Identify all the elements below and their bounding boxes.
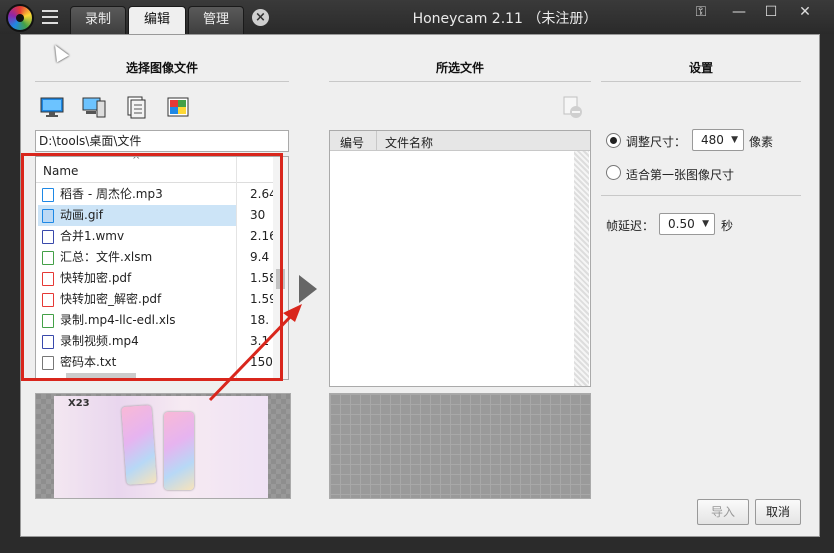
- annotation-arrow: [208, 304, 302, 402]
